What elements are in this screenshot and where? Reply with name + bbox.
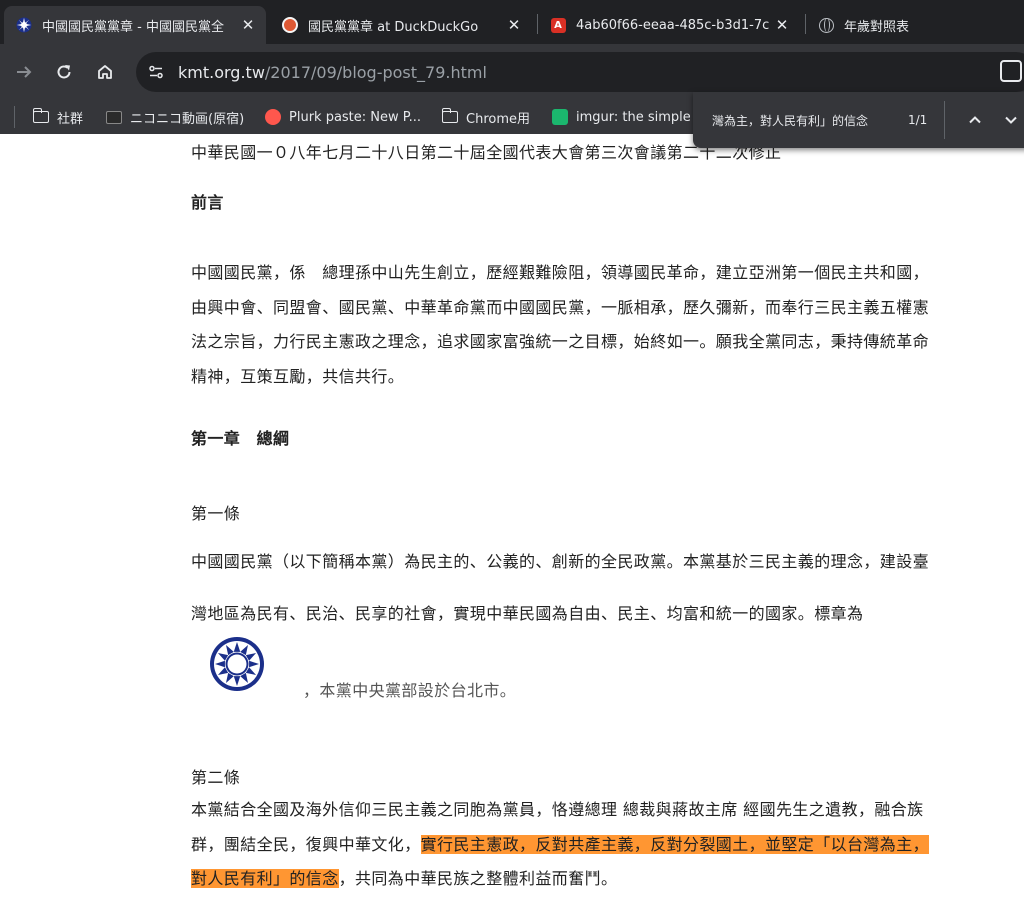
duckduckgo-icon <box>282 17 298 33</box>
bookmark-label: Plurk paste: New P... <box>289 109 421 125</box>
preface-line: 由興中會、同盟會、國民黨、中華革命黨而中國國民黨，一脈相承，歷久彌新，而奉行三民… <box>191 297 930 317</box>
bookmark-social[interactable]: 社群 <box>32 105 84 129</box>
tab-title: 4ab60f66-eeaa-485c-b3d1-7c <box>576 17 770 33</box>
find-match-highlight: 對人民有利」的信念 <box>191 869 339 888</box>
bookmark-label: ニコニコ動画(原宿) <box>130 111 245 127</box>
globe-icon <box>818 17 834 33</box>
address-bar[interactable]: kmt.org.tw/2017/09/blog-post_79.html <box>136 52 1024 92</box>
folder-icon <box>32 108 49 125</box>
find-next-button[interactable] <box>995 104 1024 136</box>
reload-button[interactable] <box>48 56 80 88</box>
article-2-title: 第二條 <box>191 768 241 787</box>
tab-title: 國民黨黨章 at DuckDuckGo <box>308 19 479 35</box>
url-path: /2017/09/blog-post_79.html <box>264 62 487 82</box>
article-2-paragraph: 本黨結合全國及海外信仰三民主義之同胞為黨員，恪遵總理 總裁與蔣故主席 經國先生之… <box>191 793 930 897</box>
folder-icon <box>441 108 458 125</box>
arrow-right-icon <box>17 66 32 78</box>
page-viewport: 中華民國一０八年七月二十八日第二十屆全國代表大會第三次會議第二十二次修正 前言 … <box>0 134 1024 922</box>
tab-kmt-charter[interactable]: 中國國民黨黨章 - 中國國民黨全 ✕ <box>4 6 266 44</box>
bookmarks-divider <box>14 106 15 128</box>
kmt-emblem-icon <box>16 17 32 33</box>
preface-line: 精神，互策互勵，共信共行。 <box>191 366 405 386</box>
tab-title: 年歲對照表 <box>844 19 910 35</box>
close-icon[interactable]: ✕ <box>506 16 522 34</box>
find-match-count: 1/1 <box>908 113 928 127</box>
chapter-heading: 第一章 總綱 <box>191 429 290 448</box>
article-1-text: 灣地區為民有、民治、民享的社會，實現中華民國為自由、民主、均富和統一的國家。標章… <box>191 604 864 623</box>
home-icon <box>98 65 112 79</box>
preface-line: 中國國民黨，係 總理孫中山先生創立，歷經艱難險阻，領導國民革命，建立亞洲第一個民… <box>191 263 930 282</box>
tab-duckduckgo[interactable]: 國民黨黨章 at DuckDuckGo ✕ <box>270 6 532 44</box>
niconico-icon <box>106 109 122 125</box>
bookmark-chrome-folder[interactable]: Chrome用 <box>441 105 530 129</box>
chevron-up-icon <box>969 116 981 124</box>
preface-heading: 前言 <box>191 193 224 212</box>
url-host: kmt.org.tw <box>178 62 265 82</box>
reload-icon <box>57 65 71 79</box>
bookmark-imgur[interactable]: imgur: the simple i <box>552 105 690 129</box>
find-divider <box>944 101 945 139</box>
article-1-title: 第一條 <box>191 504 241 523</box>
find-input[interactable]: 灣為主，對人民有利」的信念 <box>712 112 894 129</box>
forward-button[interactable] <box>8 56 40 88</box>
headquarters-text: ，本黨中央黨部設於台北市。 <box>303 681 517 700</box>
tab-strip: 中國國民黨黨章 - 中國國民黨全 ✕ 國民黨黨章 at DuckDuckGo ✕… <box>0 0 1024 44</box>
url-text: kmt.org.tw/2017/09/blog-post_79.html <box>178 63 487 82</box>
site-info-icon[interactable] <box>140 56 172 88</box>
tab-title: 中國國民黨黨章 - 中國國民黨全 <box>42 19 224 35</box>
bookmark-plurk-paste[interactable]: Plurk paste: New P... <box>265 105 421 129</box>
plurk-icon <box>265 109 281 125</box>
find-match-highlight: 實行民主憲政，反對共產主義，反對分裂國土，並堅定「以台灣為主， <box>420 834 930 854</box>
pdf-icon: A <box>550 17 566 33</box>
home-button[interactable] <box>89 56 121 88</box>
chevron-down-icon <box>1005 116 1017 124</box>
article-1-text: 中國國民黨（以下簡稱本黨）為民主的、公義的、創新的全民政黨。本黨基於三民主義的理… <box>191 552 930 571</box>
find-bar: 灣為主，對人民有利」的信念 1/1 <box>693 92 1024 148</box>
bookmark-label: 社群 <box>57 111 84 127</box>
article-2-text: 本黨結合全國及海外信仰三民主義之同胞為黨員，恪遵總理 總裁與蔣故主席 經國先生之… <box>191 800 924 819</box>
kmt-emblem-icon <box>210 637 264 691</box>
imgur-icon <box>552 109 568 125</box>
preface-line: 法之宗旨，力行民主憲政之理念，追求國家富強統一之目標，始終如一。願我全黨同志，秉… <box>191 332 930 351</box>
article-2-text: 群，團結全民，復興中華文化， <box>191 834 421 854</box>
extension-icon[interactable] <box>1000 60 1022 82</box>
emblem-row: ，本黨中央黨部設於台北市。 <box>209 636 609 700</box>
tab-pdf[interactable]: A 4ab60f66-eeaa-485c-b3d1-7c ✕ <box>538 6 800 44</box>
close-icon[interactable]: ✕ <box>240 16 256 34</box>
bookmark-niconico[interactable]: ニコニコ動画(原宿) <box>106 105 244 129</box>
find-previous-button[interactable] <box>959 104 991 136</box>
close-icon[interactable]: ✕ <box>774 16 790 34</box>
preface-paragraph: 中國國民黨，係 總理孫中山先生創立，歷經艱難險阻，領導國民革命，建立亞洲第一個民… <box>191 256 929 394</box>
bookmark-label: Chrome用 <box>466 111 530 127</box>
tab-age-table[interactable]: 年歲對照表 <box>806 6 1024 44</box>
article-2-text: ，共同為中華民族之整體利益而奮鬥。 <box>338 869 618 888</box>
bookmark-label: imgur: the simple i <box>576 109 690 125</box>
